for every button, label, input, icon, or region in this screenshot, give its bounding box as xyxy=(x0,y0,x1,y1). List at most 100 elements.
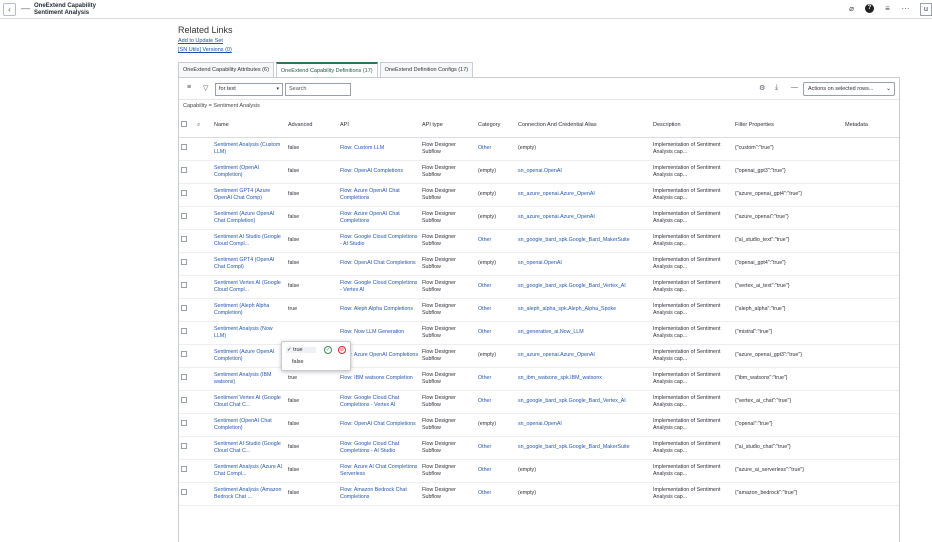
versions-link[interactable]: [SN Utils] Versions (0) xyxy=(178,46,233,55)
column-header-filter-properties[interactable]: Filter Properties xyxy=(733,114,843,138)
cancel-icon[interactable]: ⊘ xyxy=(338,346,346,354)
row-checkbox[interactable] xyxy=(181,305,187,312)
row-alias-link[interactable]: sn_azure_openai.Azure_OpenAI xyxy=(516,183,651,207)
help-icon[interactable]: ? xyxy=(865,4,874,13)
row-api-link[interactable]: Flow: OpenAI Chat Completions xyxy=(338,413,420,437)
table-row[interactable]: Sentiment GPT4 (OpenAI Chat Compl) false F… xyxy=(179,252,899,276)
row-name-link[interactable]: Sentiment (Azure OpenAI Chat Completion) xyxy=(212,206,286,230)
row-advanced[interactable]: false xyxy=(286,160,338,184)
row-category[interactable]: (empty) xyxy=(476,206,516,230)
row-category[interactable]: Other xyxy=(476,367,516,391)
row-checkbox[interactable] xyxy=(181,397,187,404)
row-alias-link[interactable]: sn_aleph_alpha_spk.Aleph_Alpha_Spoke xyxy=(516,298,651,322)
row-alias-link[interactable]: sn_google_bard_spk.Google_Bard_MakerSuit… xyxy=(516,229,651,253)
row-advanced[interactable]: false xyxy=(286,275,338,299)
collapse-icon[interactable]: — xyxy=(791,84,798,91)
search-field-select[interactable]: for text ▾ xyxy=(215,83,283,96)
row-category[interactable]: (empty) xyxy=(476,344,516,368)
row-category[interactable]: Other xyxy=(476,137,516,161)
tab-definition-configs[interactable]: OneExtend Definition Configs (17) xyxy=(379,62,474,77)
row-alias-link[interactable]: sn_azure_openai.Azure_OpenAI xyxy=(516,206,651,230)
table-row[interactable]: Sentiment (OpenAI Chat Completion) false F… xyxy=(179,413,899,437)
row-checkbox[interactable] xyxy=(181,144,187,151)
row-advanced[interactable]: false xyxy=(286,413,338,437)
row-advanced[interactable]: false xyxy=(286,436,338,460)
row-name-link[interactable]: Sentiment (OpenAI Completion) xyxy=(212,160,286,184)
row-advanced[interactable]: false xyxy=(286,183,338,207)
row-checkbox[interactable] xyxy=(181,328,187,335)
row-api-link[interactable]: Flow: Google Cloud Chat Completions - Ve… xyxy=(338,390,420,414)
row-api-link[interactable]: Flow: Custom LLM xyxy=(338,137,420,161)
row-category[interactable]: Other xyxy=(476,459,516,483)
row-advanced[interactable]: false xyxy=(286,482,338,506)
column-header-description[interactable]: Description xyxy=(651,114,733,138)
collapse-icon[interactable]: — xyxy=(21,3,30,13)
table-row[interactable]: Sentiment AI Studio (Google Cloud Compl.… xyxy=(179,229,899,253)
table-row[interactable]: Sentiment (Aleph Alpha Completion) true Fl… xyxy=(179,298,899,322)
table-row[interactable]: Sentiment Vertex AI (Google Cloud Chat C… xyxy=(179,390,899,414)
row-category[interactable]: Other xyxy=(476,482,516,506)
row-name-link[interactable]: Sentiment (Azure OpenAI Completion) xyxy=(212,344,286,368)
option-false[interactable]: false xyxy=(292,359,304,365)
row-checkbox[interactable] xyxy=(181,420,187,427)
row-api-link[interactable]: Flow: Google Cloud Chat Completions - AI… xyxy=(338,436,420,460)
row-checkbox[interactable] xyxy=(181,466,187,473)
settings-sliders-icon[interactable]: ≡ xyxy=(883,4,892,13)
row-category[interactable]: Other xyxy=(476,275,516,299)
row-checkbox[interactable] xyxy=(181,236,187,243)
row-advanced[interactable]: true xyxy=(286,298,338,322)
row-name-link[interactable]: Sentiment Vertex AI (Google Cloud Chat C… xyxy=(212,390,286,414)
row-api-link[interactable]: Flow: Google Cloud Completions - Vertex … xyxy=(338,275,420,299)
update-button[interactable]: u xyxy=(920,3,932,16)
row-api-link[interactable]: Flow: Azure AI Chat Completions Serverle… xyxy=(338,459,420,483)
row-checkbox[interactable] xyxy=(181,213,187,220)
row-checkbox[interactable] xyxy=(181,374,187,381)
row-advanced[interactable]: false xyxy=(286,229,338,253)
row-category[interactable]: Other xyxy=(476,436,516,460)
row-category[interactable]: (empty) xyxy=(476,160,516,184)
option-true[interactable]: ✓ true xyxy=(286,347,316,353)
row-api-link[interactable]: Flow: Azure OpenAI Chat Completions xyxy=(338,206,420,230)
row-api-link[interactable]: Flow: OpenAI Chat Completions xyxy=(338,252,420,276)
row-name-link[interactable]: Sentiment Analysis (Custom LLM) xyxy=(212,137,286,161)
column-header-metadata[interactable]: Metadata xyxy=(843,114,899,138)
row-checkbox[interactable] xyxy=(181,282,187,289)
table-row[interactable]: Sentiment Analysis (Custom LLM) false Flow… xyxy=(179,137,899,161)
tab-capability-definitions[interactable]: OneExtend Capability Definitions (17) xyxy=(275,62,378,77)
row-checkbox[interactable] xyxy=(181,259,187,266)
row-name-link[interactable]: Sentiment Analysis (Now LLM) xyxy=(212,321,286,345)
tab-capability-attributes[interactable]: OneExtend Capability Attributes (6) xyxy=(178,62,274,77)
row-name-link[interactable]: Sentiment Analysis (Amazon Bedrock Chat … xyxy=(212,482,286,506)
row-name-link[interactable]: Sentiment (Aleph Alpha Completion) xyxy=(212,298,286,322)
table-row[interactable]: Sentiment (Azure OpenAI Chat Completion)… xyxy=(179,206,899,230)
attachment-icon[interactable]: ⌀ xyxy=(847,4,856,13)
row-checkbox[interactable] xyxy=(181,167,187,174)
select-all-checkbox[interactable] xyxy=(181,121,187,128)
table-row[interactable]: Sentiment AI Studio (Google Cloud Chat C… xyxy=(179,436,899,460)
row-category[interactable]: Other xyxy=(476,298,516,322)
confirm-icon[interactable]: ✓ xyxy=(324,346,332,354)
breadcrumb[interactable]: Capability = Sentiment Analysis xyxy=(183,103,260,109)
table-row[interactable]: Sentiment Analysis (Azure AI Chat Compl.… xyxy=(179,459,899,483)
row-alias-link[interactable]: sn_azure_openai.Azure_OpenAI xyxy=(516,344,651,368)
row-alias-link[interactable]: sn_google_bard_spk.Google_Bard_Vertex_AI xyxy=(516,275,651,299)
row-name-link[interactable]: Sentiment Vertex AI (Google Cloud Compl.… xyxy=(212,275,286,299)
row-name-link[interactable]: Sentiment AI Studio (Google Cloud Chat C… xyxy=(212,436,286,460)
row-api-link[interactable]: Flow: Google Cloud Completions - AI Stud… xyxy=(338,229,420,253)
row-checkbox[interactable] xyxy=(181,489,187,496)
hamburger-menu-icon[interactable]: ≡ xyxy=(187,84,191,91)
more-options-icon[interactable]: ··· xyxy=(901,4,910,13)
row-name-link[interactable]: Sentiment GPT4 (Azure OpenAI Chat Comp) xyxy=(212,183,286,207)
row-alias-link[interactable]: sn_google_bard_spk.Google_Bard_MakerSuit… xyxy=(516,436,651,460)
add-to-update-set-link[interactable]: Add to Update Set xyxy=(178,37,233,46)
row-advanced[interactable]: false xyxy=(286,390,338,414)
row-alias-link[interactable]: (empty) xyxy=(516,482,651,506)
row-alias-link[interactable]: (empty) xyxy=(516,137,651,161)
actions-select[interactable]: Actions on selected rows... ⌄ xyxy=(803,82,895,96)
column-header-api-type[interactable]: API type xyxy=(420,114,476,138)
search-icon[interactable]: ⌕ xyxy=(197,122,200,128)
row-category[interactable]: Other xyxy=(476,390,516,414)
row-api-link[interactable]: Flow: OpenAI Completions xyxy=(338,160,420,184)
row-category[interactable]: (empty) xyxy=(476,183,516,207)
download-icon[interactable]: ⤓ xyxy=(775,84,778,92)
